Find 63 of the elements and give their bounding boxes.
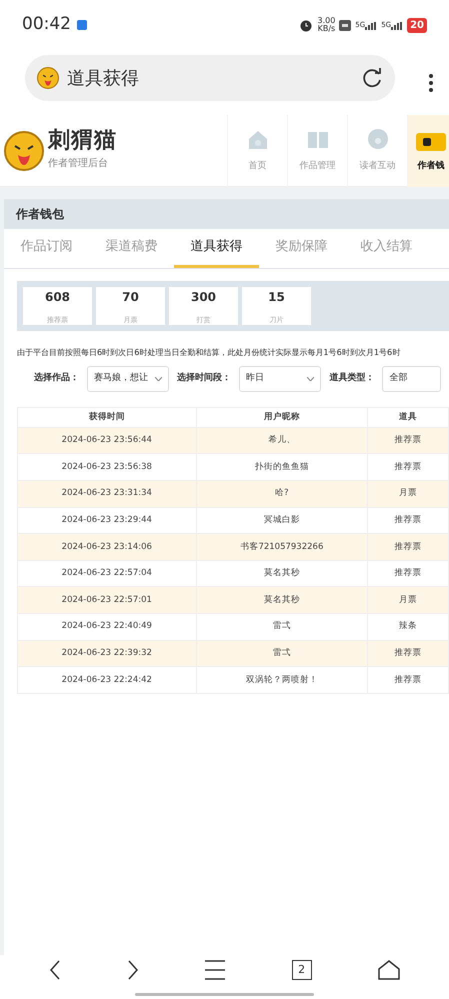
refresh-icon[interactable] xyxy=(363,68,383,88)
select-field[interactable]: 赛马娘，想让 xyxy=(87,366,170,392)
table-cell: 2024-06-23 22:40:49 xyxy=(18,613,196,640)
table-cell: 月票 xyxy=(368,586,448,614)
page-title: 道具获得 xyxy=(67,66,139,90)
filter-label: 道具类型： xyxy=(329,372,374,386)
select-field[interactable]: 全部 xyxy=(382,366,442,392)
stat-value: 300 xyxy=(190,290,218,306)
cat-logo-icon xyxy=(4,130,44,170)
table-cell: 书客721057932266 xyxy=(196,534,368,560)
table-cell: 辣条 xyxy=(368,613,448,640)
notification-icon xyxy=(77,20,87,30)
table-cell: 2024-06-23 22:39:32 xyxy=(18,640,196,667)
stat-value: 608 xyxy=(44,290,72,306)
table-cell: 2024-06-23 23:56:44 xyxy=(18,427,196,454)
logo-name: 刺猬猫 xyxy=(48,130,117,152)
table-cell: 推荐票 xyxy=(368,666,448,694)
stat-value: 70 xyxy=(121,290,140,306)
speed-unit: KB/s xyxy=(317,25,336,33)
notice-text: 由于平台目前按照每日6时到次日6时处理当日全勤和结算，此处月份统计实际显示每月1号6时到次月1号6时 xyxy=(17,346,402,358)
table-cell: 推荐票 xyxy=(368,427,448,454)
table-cell: 扑街的鱼鱼猫 xyxy=(196,454,368,480)
column-header: 道具 xyxy=(368,407,448,428)
table-cell: 2024-06-23 23:31:34 xyxy=(18,480,196,508)
table-cell: 双涡轮？两喷射！ xyxy=(196,666,368,694)
status-time: 00:42 xyxy=(22,13,71,36)
table-cell: 雷弌 xyxy=(196,613,368,640)
more-menu-icon[interactable] xyxy=(429,74,433,92)
stat-value: 15 xyxy=(267,290,286,306)
battery-level: 20 xyxy=(407,18,427,32)
chevron-down-icon xyxy=(155,376,162,381)
cat-logo-icon xyxy=(37,67,59,89)
logo-subtitle: 作者管理后台 xyxy=(48,156,109,171)
panel-title: 作者钱包 xyxy=(4,199,449,229)
table-cell: 2024-06-23 22:57:01 xyxy=(18,586,196,614)
tabs-count-button[interactable]: 2 xyxy=(292,960,312,980)
alarm-clock-icon xyxy=(299,18,314,32)
table-cell: 月票 xyxy=(368,480,448,508)
menu-icon[interactable] xyxy=(205,960,226,980)
chevron-down-icon xyxy=(307,376,314,381)
table-cell: 哈? xyxy=(196,480,368,508)
column-header: 获得时间 xyxy=(18,407,196,428)
filter-label: 选择作品： xyxy=(34,372,79,386)
address-bar[interactable]: 道具获得 xyxy=(25,55,395,101)
column-header: 用户昵称 xyxy=(196,407,368,428)
table-cell: 莫名其秒 xyxy=(196,586,368,614)
home-icon[interactable] xyxy=(378,960,400,980)
table-cell: 2024-06-23 23:56:38 xyxy=(18,454,196,480)
table-cell: 推荐票 xyxy=(368,640,448,667)
signal-icon xyxy=(365,22,378,30)
table-cell: 2024-06-23 22:24:42 xyxy=(18,666,196,694)
table-cell: 2024-06-23 23:14:06 xyxy=(18,534,196,560)
nav-tab[interactable]: 作者钱 xyxy=(407,115,449,187)
select-field[interactable]: 昨日 xyxy=(239,366,322,392)
table-cell: 推荐票 xyxy=(368,454,448,480)
hd-icon xyxy=(339,20,352,30)
signal-icon xyxy=(391,22,404,30)
tab[interactable]: 道具获得 xyxy=(174,229,259,268)
table-cell: 推荐票 xyxy=(368,534,448,560)
speed-value: 3.00 xyxy=(317,17,336,25)
filter-label: 选择时间段： xyxy=(177,372,232,386)
table-cell: 雷弌 xyxy=(196,640,368,667)
table-cell: 希儿、 xyxy=(196,427,368,454)
